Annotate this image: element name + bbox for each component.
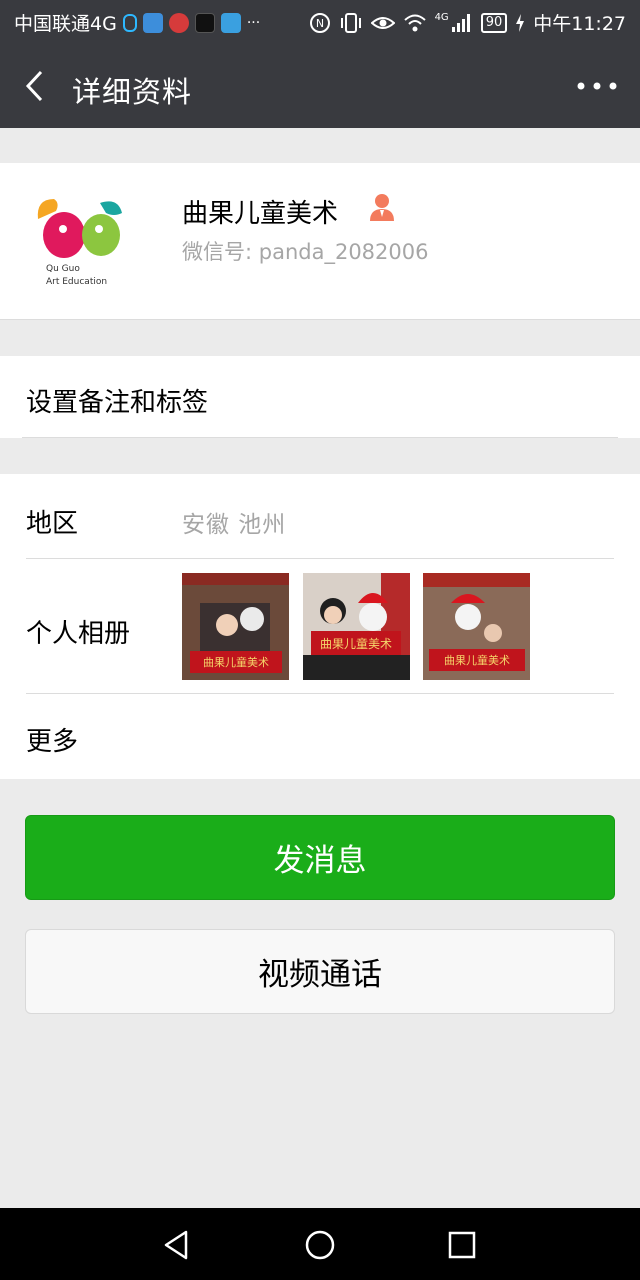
album-banner-text: 曲果儿童美术 — [320, 636, 392, 651]
avatar[interactable]: Qu Guo Art Education — [26, 189, 130, 293]
tiktok-app-icon — [194, 12, 215, 33]
logo-text-line2: Art Education — [46, 277, 107, 287]
map-pin-app-icon — [168, 12, 189, 33]
album-photo[interactable]: 曲果儿童美术 — [423, 573, 530, 680]
album-banner-text: 曲果儿童美术 — [444, 653, 510, 667]
region-value: 安徽 池州 — [182, 512, 287, 538]
album-photo[interactable]: 曲果儿童美术 — [303, 573, 410, 680]
battery-indicator: 90 — [480, 12, 508, 33]
back-button[interactable] — [18, 66, 58, 106]
headset-app-icon — [122, 13, 137, 32]
charging-icon — [516, 13, 525, 32]
nav-bar: 详细资料 — [0, 44, 640, 128]
send-message-button[interactable]: 发消息 — [25, 815, 615, 900]
more-notifications-icon: ··· — [246, 14, 261, 31]
wechat-id: 微信号: panda_2082006 — [182, 240, 429, 264]
profile-name: 曲果儿童美术 — [182, 199, 339, 229]
divider — [22, 437, 618, 438]
wifi-icon — [403, 14, 426, 31]
album-label: 个人相册 — [26, 619, 131, 649]
nav-recents-icon[interactable] — [445, 1228, 479, 1262]
eye-icon — [370, 16, 395, 29]
album-photo[interactable]: 曲果儿童美术 — [182, 573, 289, 680]
signal-icon — [451, 13, 470, 32]
delivery-app-icon — [142, 12, 163, 33]
profile-card: Qu Guo Art Education 曲果儿童美术 微信号: panda_2… — [0, 163, 640, 320]
svg-text:N: N — [315, 17, 323, 30]
album-banner-text: 曲果儿童美术 — [203, 655, 269, 669]
more-row[interactable]: 更多 — [0, 694, 640, 779]
nfc-icon: N — [309, 12, 330, 33]
bird-app-icon — [220, 12, 241, 33]
region-label: 地区 — [26, 509, 79, 539]
set-remark-row[interactable]: 设置备注和标签 — [0, 356, 640, 438]
vibrate-icon — [340, 12, 361, 33]
logo-text-line1: Qu Guo — [46, 264, 80, 274]
nav-back-icon[interactable] — [160, 1228, 194, 1262]
network-type-label: 4G — [434, 12, 449, 23]
video-call-button[interactable]: 视频通话 — [25, 929, 615, 1014]
clock: 中午11:27 — [533, 13, 626, 35]
more-dots-icon — [577, 82, 617, 90]
set-remark-label: 设置备注和标签 — [26, 388, 209, 418]
system-nav-bar — [0, 1208, 640, 1280]
person-badge-icon — [370, 194, 394, 221]
chevron-left-icon — [25, 70, 43, 102]
info-group: 地区 安徽 池州 个人相册 曲果儿童美术 曲果儿童美术 曲果儿童美术 更多 — [0, 474, 640, 779]
page-title: 详细资料 — [72, 75, 193, 109]
carrier-label: 中国联通4G — [14, 13, 117, 35]
more-label: 更多 — [26, 727, 79, 757]
more-options-button[interactable] — [572, 66, 622, 106]
status-bar: 中国联通4G ··· N 4G 90 中午11:27 — [0, 0, 640, 44]
nav-home-icon[interactable] — [303, 1228, 337, 1262]
